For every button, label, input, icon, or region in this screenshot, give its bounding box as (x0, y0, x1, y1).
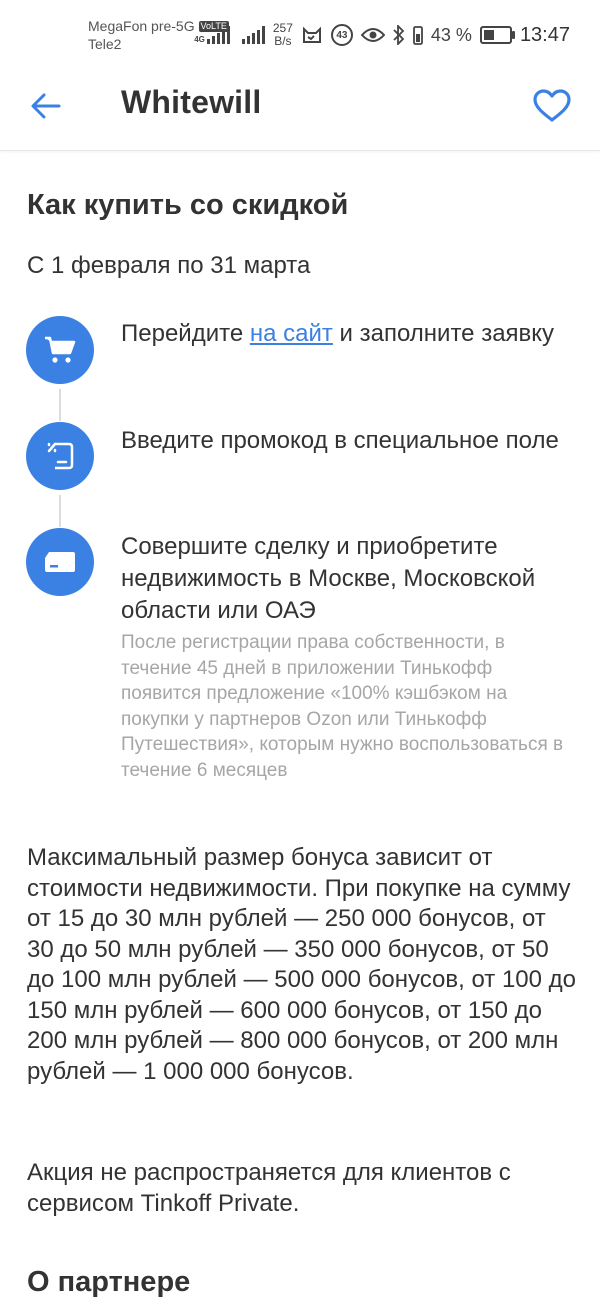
step-3-icon (26, 528, 94, 596)
heart-outline-icon (533, 89, 571, 122)
card-icon (45, 552, 75, 572)
eye-icon (360, 28, 385, 42)
restriction-note: Акция не распространяется для клиентов с… (27, 1159, 511, 1217)
notification-count-badge: 43 (330, 24, 353, 46)
favorite-button[interactable] (530, 84, 574, 128)
step-3-text: Совершите сделку и приобретите недвижимо… (121, 533, 536, 624)
clock: 13:47 (519, 23, 570, 46)
step-connector (59, 389, 61, 421)
promo-code-icon (47, 442, 74, 470)
carrier-1: MegaFon pre-5G (88, 18, 195, 34)
page-title: Whitewill (121, 84, 262, 120)
shopping-cart-icon (45, 336, 76, 363)
step-1-text: Перейдите на сайт и заполните заявку (121, 320, 555, 347)
step-1-icon (26, 316, 94, 384)
app-bar: Whitewill (0, 66, 600, 151)
bonus-info: Максимальный размер бонуса зависит от ст… (27, 844, 577, 1085)
status-bar: MegaFon pre-5G VoLTE Tele2 4G 257 B/s 43 (0, 0, 600, 66)
signal-icon (241, 26, 265, 44)
site-link[interactable]: на сайт (250, 320, 333, 347)
bluetooth-icon (393, 25, 405, 45)
arrow-left-icon (31, 93, 61, 119)
back-button[interactable] (26, 86, 66, 126)
status-icons: 4G 257 B/s 43 43 % 13:47 (194, 20, 570, 50)
vibrate-battery-icon (413, 26, 423, 45)
offer-period: С 1 февраля по 31 марта (27, 252, 311, 279)
step-2-icon (26, 422, 94, 490)
step-connector (59, 495, 61, 527)
step-3-note: После регистрации права собственности, в… (121, 632, 564, 781)
net-speed: 257 B/s (272, 21, 293, 48)
section-title: Как купить со скидкой (27, 189, 349, 221)
signal-4g-icon: 4G (194, 26, 230, 44)
step-2-text: Введите промокод в специальное поле (121, 427, 559, 454)
cat-app-icon (302, 26, 321, 43)
battery-icon (479, 26, 515, 44)
battery-percent: 43 % (430, 24, 472, 45)
